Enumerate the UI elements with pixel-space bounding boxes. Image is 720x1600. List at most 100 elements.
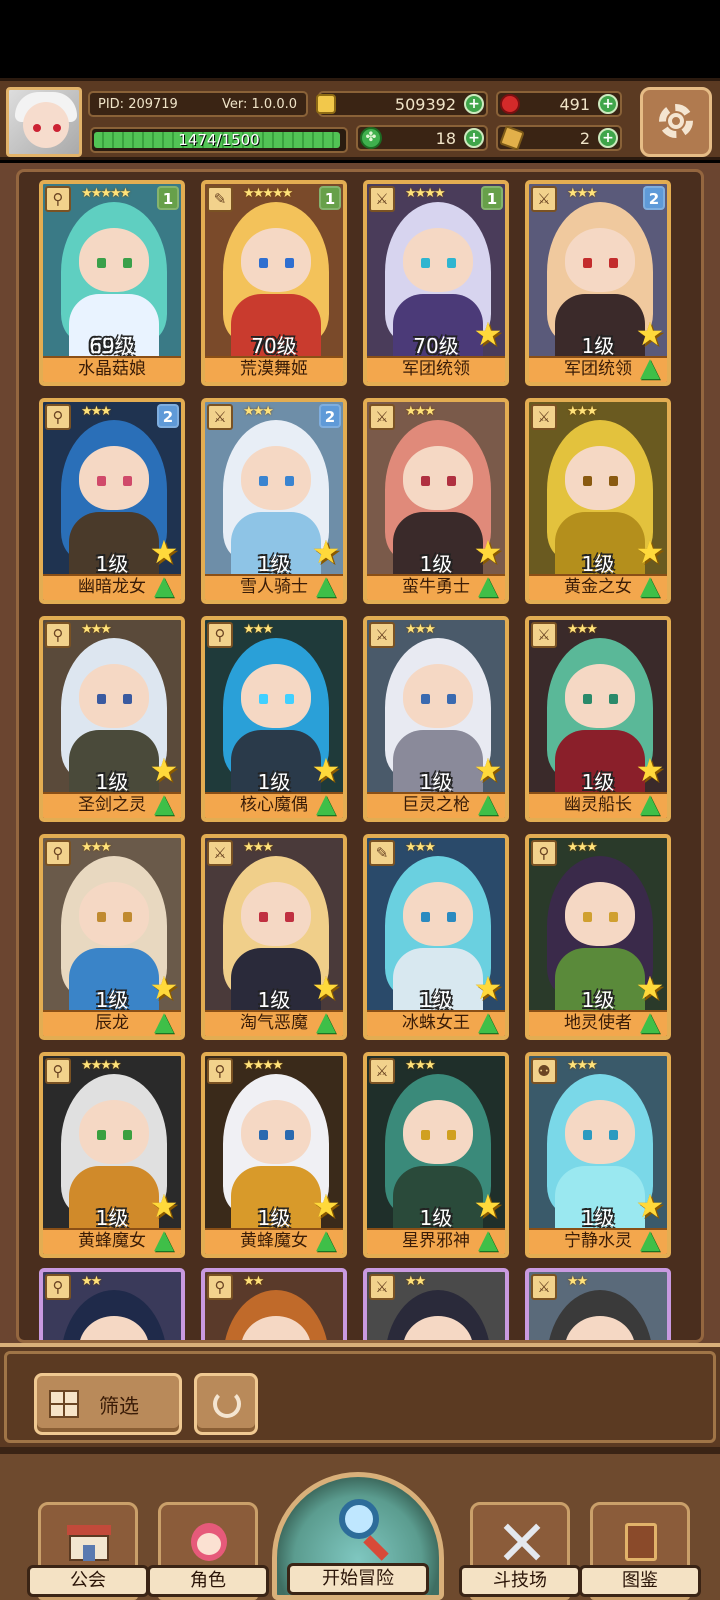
character-card[interactable]: ⚲ ★★ xyxy=(39,1268,185,1340)
character-card[interactable]: ⚲ ★★★ 1级 圣剑之灵 ★ ▲ xyxy=(39,616,185,822)
rarity-stars: ★★★ xyxy=(405,840,436,855)
star-up-icon: ★ xyxy=(473,533,503,571)
star-up-icon: ★ xyxy=(635,969,665,1007)
class-type-icon: ⚲ xyxy=(207,622,233,648)
character-card[interactable]: ⚲ ★★★ 1级 辰龙 ★ ▲ xyxy=(39,834,185,1040)
character-card[interactable]: ⚲ ★★★★ 1级 黄蜂魔女 ★ ▲ xyxy=(39,1052,185,1258)
clover-amount: 18 xyxy=(435,129,456,148)
character-card[interactable]: ⚔ ★★★ 1级 蛮牛勇士 ★ ▲ xyxy=(363,398,509,604)
character-card[interactable]: ⚉ ★★★ 1级 宁静水灵 ★ ▲ xyxy=(525,1052,671,1258)
player-avatar[interactable] xyxy=(6,87,82,157)
rarity-stars: ★★★ xyxy=(243,622,274,637)
class-type-icon: ⚔ xyxy=(207,404,233,430)
level-up-arrow-icon: ▲ xyxy=(154,1007,174,1037)
character-card[interactable]: ⚔ ★★★ 1级 星界邪神 ★ ▲ xyxy=(363,1052,509,1258)
class-type-icon: ⚲ xyxy=(45,1274,71,1300)
character-card[interactable]: ⚔ ★★ xyxy=(363,1268,509,1340)
gold-coin-icon xyxy=(316,94,336,114)
experience-text: 1474/1500 xyxy=(178,131,260,149)
character-card[interactable]: ⚔ ★★★ 2 1级 军团统领 ★ ▲ xyxy=(525,180,671,386)
level-up-arrow-icon: ▲ xyxy=(154,789,174,819)
start-adventure-button[interactable]: 开始冒险 xyxy=(272,1472,444,1600)
star-up-icon: ★ xyxy=(635,751,665,789)
add-clover-button[interactable]: + xyxy=(464,128,484,148)
add-gold-button[interactable]: + xyxy=(464,94,484,114)
character-card[interactable]: ⚔ ★★★ 1级 黄金之女 ★ ▲ xyxy=(525,398,671,604)
refresh-icon xyxy=(213,1390,241,1418)
character-card[interactable]: ⚲ ★★★★★ 1 69级 水晶菇娘 xyxy=(39,180,185,386)
character-card[interactable]: ⚔ ★★★ 1级 幽灵船长 ★ ▲ xyxy=(525,616,671,822)
level-up-arrow-icon: ▲ xyxy=(640,1007,660,1037)
grid-filter-icon xyxy=(49,1390,79,1418)
awaken-badge: 2 xyxy=(319,404,341,428)
character-card[interactable]: ⚔ ★★★ 2 1级 雪人骑士 ★ ▲ xyxy=(201,398,347,604)
level-up-arrow-icon: ▲ xyxy=(154,1225,174,1255)
character-card[interactable]: ⚲ ★★★ 1级 地灵使者 ★ ▲ xyxy=(525,834,671,1040)
nav-arena[interactable]: 斗技场 xyxy=(459,1502,581,1600)
character-grid[interactable]: ⚲ ★★★★★ 1 69级 水晶菇娘 ✎ ★★★★★ 1 70级 荒漠舞姬 ⚔ ★★★★ 1 70级 军团统… xyxy=(16,169,704,1343)
character-card[interactable]: ✎ ★★★★★ 1 70级 荒漠舞姬 xyxy=(201,180,347,386)
star-up-icon: ★ xyxy=(635,315,665,353)
nav-guild-label: 公会 xyxy=(27,1565,149,1597)
character-card[interactable]: ⚔ ★★★ 1级 巨灵之枪 ★ ▲ xyxy=(363,616,509,822)
class-type-icon: ⚲ xyxy=(531,840,557,866)
rarity-stars: ★★★★ xyxy=(81,1058,122,1073)
rarity-stars: ★★★ xyxy=(405,404,436,419)
character-card[interactable]: ⚔ ★★★★ 1 70级 军团统领 ★ xyxy=(363,180,509,386)
character-name: 军团统领 xyxy=(367,356,505,382)
class-type-icon: ⚔ xyxy=(531,1274,557,1300)
nav-arena-label: 斗技场 xyxy=(459,1565,581,1597)
character-card[interactable]: ⚔ ★★★ 1级 淘气恶魔 ★ ▲ xyxy=(201,834,347,1040)
version-label: Ver: 1.0.0.0 xyxy=(222,97,297,112)
clover-counter: ✤ 18 + xyxy=(356,125,488,151)
level-up-arrow-icon: ▲ xyxy=(478,1007,498,1037)
magnifier-icon xyxy=(339,1499,379,1539)
class-type-icon: ⚉ xyxy=(531,1058,557,1084)
book-icon xyxy=(615,1519,667,1565)
star-up-icon: ★ xyxy=(149,1187,179,1225)
settings-button[interactable] xyxy=(640,87,712,157)
class-type-icon: ⚔ xyxy=(369,1274,395,1300)
rarity-stars: ★★★ xyxy=(243,840,274,855)
nav-guild[interactable]: 公会 xyxy=(27,1502,149,1600)
star-up-icon: ★ xyxy=(311,1187,341,1225)
rarity-stars: ★★★ xyxy=(81,840,112,855)
filter-button[interactable]: 筛选 xyxy=(34,1373,182,1435)
awaken-badge: 2 xyxy=(157,404,179,428)
class-type-icon: ⚔ xyxy=(369,186,395,212)
rarity-stars: ★★ xyxy=(243,1274,264,1289)
character-card[interactable]: ✎ ★★★ 1级 冰蛛女王 ★ ▲ xyxy=(363,834,509,1040)
star-up-icon: ★ xyxy=(149,751,179,789)
character-card[interactable]: ⚔ ★★ xyxy=(525,1268,671,1340)
character-card[interactable]: ⚲ ★★★★ 1级 黄蜂魔女 ★ ▲ xyxy=(201,1052,347,1258)
character-card[interactable]: ⚲ ★★★ 2 1级 幽暗龙女 ★ ▲ xyxy=(39,398,185,604)
nav-codex-label: 图鉴 xyxy=(579,1565,701,1597)
class-type-icon: ⚔ xyxy=(369,622,395,648)
red-gem-icon xyxy=(500,94,520,114)
class-type-icon: ⚲ xyxy=(45,622,71,648)
class-type-icon: ✎ xyxy=(207,186,233,212)
class-type-icon: ✎ xyxy=(369,840,395,866)
reset-sort-button[interactable] xyxy=(194,1373,258,1435)
level-up-arrow-icon: ▲ xyxy=(640,1225,660,1255)
nav-character[interactable]: 角色 xyxy=(147,1502,269,1600)
clover-icon: ✤ xyxy=(360,127,382,149)
rarity-stars: ★★★ xyxy=(405,622,436,637)
level-up-arrow-icon: ▲ xyxy=(316,571,336,601)
nav-codex[interactable]: 图鉴 xyxy=(579,1502,701,1600)
rarity-stars: ★★★ xyxy=(405,1058,436,1073)
rarity-stars: ★★★★ xyxy=(243,1058,284,1073)
rarity-stars: ★★ xyxy=(405,1274,426,1289)
character-card[interactable]: ⚲ ★★ xyxy=(201,1268,347,1340)
level-up-arrow-icon: ▲ xyxy=(640,571,660,601)
rarity-stars: ★★★★★ xyxy=(243,186,293,201)
star-up-icon: ★ xyxy=(635,1187,665,1225)
level-up-arrow-icon: ▲ xyxy=(640,353,660,383)
class-type-icon: ⚲ xyxy=(45,1058,71,1084)
character-level: 70级 xyxy=(251,334,297,358)
character-card[interactable]: ⚲ ★★★ 1级 核心魔偶 ★ ▲ xyxy=(201,616,347,822)
add-key-button[interactable]: + xyxy=(598,128,618,148)
add-gem-button[interactable]: + xyxy=(598,94,618,114)
rarity-stars: ★★★ xyxy=(567,404,598,419)
level-up-arrow-icon: ▲ xyxy=(316,1225,336,1255)
